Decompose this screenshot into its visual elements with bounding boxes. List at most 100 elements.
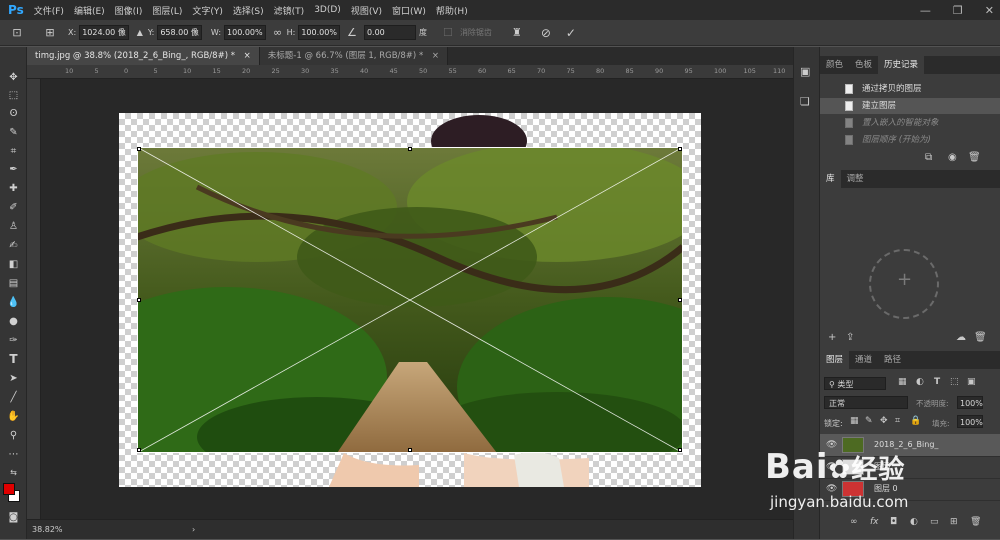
w-field[interactable]: 100.00%	[224, 25, 266, 40]
path-select-tool-icon[interactable]: ➤	[4, 370, 23, 386]
status-arrow[interactable]: ›	[192, 520, 195, 540]
filter-smart-icon[interactable]: ▣	[967, 377, 976, 387]
tab-color[interactable]: 颜色	[820, 56, 849, 74]
properties-panel-icon[interactable]: ▣	[800, 65, 810, 78]
minimize-icon[interactable]: —	[920, 4, 931, 17]
line-tool-icon[interactable]: ╱	[4, 389, 23, 405]
new-document-from-state-icon[interactable]: ⧉	[925, 152, 932, 163]
zoom-tool-icon[interactable]: ⚲	[4, 427, 23, 443]
tab-channels[interactable]: 通道	[849, 351, 878, 369]
menu-window[interactable]: 窗口(W)	[392, 4, 426, 17]
add-item-icon[interactable]: +	[828, 332, 836, 343]
history-item[interactable]: 置入嵌入的智能对象	[820, 115, 1000, 131]
history-brush-tool-icon[interactable]: ✍	[4, 237, 23, 253]
filter-adjust-icon[interactable]: ◐	[916, 377, 924, 387]
brush-tool-icon[interactable]: ✐	[4, 199, 23, 215]
tab-libraries[interactable]: 库	[820, 170, 841, 188]
tab-adjustments[interactable]: 调整	[841, 170, 870, 188]
filter-shape-icon[interactable]: ⬚	[950, 377, 959, 387]
opacity-field[interactable]: 100%	[957, 396, 983, 409]
transform-handle[interactable]	[678, 298, 682, 302]
blur-tool-icon[interactable]: 💧	[4, 294, 23, 310]
menu-layer[interactable]: 图层(L)	[152, 4, 182, 17]
history-item[interactable]: 通过拷贝的图层	[820, 81, 1000, 97]
history-item[interactable]: 建立图层	[820, 98, 1000, 114]
trash-icon[interactable]: 🗑	[974, 332, 987, 343]
pen-tool-icon[interactable]: ✑	[4, 332, 23, 348]
transform-handle[interactable]	[137, 448, 141, 452]
marquee-tool-icon[interactable]: ⬚	[4, 87, 23, 103]
placed-smart-object[interactable]	[137, 147, 683, 453]
tab-untitled[interactable]: 未标题-1 @ 66.7% (图层 1, RGB/8#) * ×	[259, 47, 449, 65]
x-field[interactable]: 1024.00 像	[79, 25, 129, 40]
add-library-icon[interactable]: +	[897, 269, 912, 290]
transform-handle[interactable]	[137, 298, 141, 302]
tab-paths[interactable]: 路径	[878, 351, 907, 369]
lasso-tool-icon[interactable]: ʘ	[4, 105, 23, 121]
swap-colors-icon[interactable]: ⇆	[4, 464, 23, 480]
checkbox-icon[interactable]: ☐	[441, 26, 455, 40]
menu-file[interactable]: 文件(F)	[34, 4, 64, 17]
layer-comps-icon[interactable]: ❏	[800, 95, 810, 108]
gradient-tool-icon[interactable]: ▤	[4, 275, 23, 291]
link-icon[interactable]: ∞	[271, 26, 285, 40]
transform-handle[interactable]	[408, 147, 412, 151]
menu-type[interactable]: 文字(Y)	[192, 4, 223, 17]
warp-icon[interactable]: ♜	[510, 26, 524, 40]
menu-help[interactable]: 帮助(H)	[436, 4, 468, 17]
menu-image[interactable]: 图像(I)	[115, 4, 143, 17]
cloud-icon[interactable]: ☁	[956, 332, 966, 343]
transform-handle[interactable]	[408, 448, 412, 452]
fill-field[interactable]: 100%	[957, 415, 983, 428]
quick-select-tool-icon[interactable]: ✎	[4, 124, 23, 140]
dodge-tool-icon[interactable]: ●	[4, 313, 23, 329]
transform-handle[interactable]	[678, 147, 682, 151]
type-tool-icon[interactable]: T	[4, 351, 23, 367]
transform-handle[interactable]	[678, 448, 682, 452]
zoom-level[interactable]: 38.82%	[32, 525, 63, 534]
tab-history[interactable]: 历史记录	[878, 56, 925, 74]
reference-point-icon[interactable]: ⊞	[43, 26, 57, 40]
close-icon[interactable]: ✕	[985, 4, 994, 17]
eyedropper-tool-icon[interactable]: ✒	[4, 161, 23, 177]
lock-transparent-icon[interactable]: ▦	[850, 416, 859, 426]
snapshot-icon[interactable]: ◉	[948, 152, 957, 163]
transform-tool-icon[interactable]: ⊡	[10, 26, 24, 40]
menu-3d[interactable]: 3D(D)	[314, 5, 341, 15]
menu-select[interactable]: 选择(S)	[233, 4, 264, 17]
menu-filter[interactable]: 滤镜(T)	[274, 4, 305, 17]
upload-icon[interactable]: ⇪	[846, 332, 854, 343]
lock-all-icon[interactable]: 🔒	[910, 416, 921, 426]
tab-swatches[interactable]: 色板	[849, 56, 878, 74]
filter-type-icon[interactable]: T	[934, 377, 940, 387]
tab-close-icon[interactable]: ×	[244, 51, 251, 61]
tab-layers[interactable]: 图层	[820, 351, 850, 369]
delta-icon[interactable]: ▲	[133, 26, 147, 40]
restore-icon[interactable]: ❐	[953, 4, 963, 17]
foreground-color-swatch[interactable]	[3, 483, 15, 495]
cancel-transform-icon[interactable]: ⊘	[539, 26, 553, 40]
filter-pixel-icon[interactable]: ▦	[898, 377, 907, 387]
hand-tool-icon[interactable]: ✋	[4, 408, 23, 424]
tab-close-icon[interactable]: ×	[432, 51, 439, 61]
tab-timg[interactable]: timg.jpg @ 38.8% (2018_2_6_Bing_, RGB/8#…	[27, 47, 260, 65]
blend-mode-select[interactable]: 正常	[824, 396, 908, 409]
lock-position-icon[interactable]: ✥	[880, 416, 888, 426]
h-field[interactable]: 100.00%	[298, 25, 340, 40]
eraser-tool-icon[interactable]: ◧	[4, 256, 23, 272]
menu-view[interactable]: 视图(V)	[351, 4, 382, 17]
move-tool-icon[interactable]: ✥	[4, 69, 23, 85]
lock-pixels-icon[interactable]: ✎	[865, 416, 873, 426]
y-field[interactable]: 658.00 像	[157, 25, 202, 40]
more-tools-icon[interactable]: ⋯	[4, 446, 23, 462]
menu-edit[interactable]: 编辑(E)	[74, 4, 105, 17]
stamp-tool-icon[interactable]: ♙	[4, 218, 23, 234]
trash-icon[interactable]: 🗑	[968, 152, 981, 163]
lock-artboard-icon[interactable]: ⌗	[895, 416, 900, 426]
history-item[interactable]: 图层顺序 (开始为)	[820, 132, 1000, 148]
commit-transform-icon[interactable]: ✓	[564, 26, 578, 40]
quick-mask-icon[interactable]: ◙	[4, 509, 23, 525]
angle-field[interactable]: 0.00	[363, 25, 416, 40]
layer-filter-select[interactable]: ⚲ 类型	[824, 377, 886, 390]
crop-tool-icon[interactable]: ⌗	[4, 143, 23, 159]
